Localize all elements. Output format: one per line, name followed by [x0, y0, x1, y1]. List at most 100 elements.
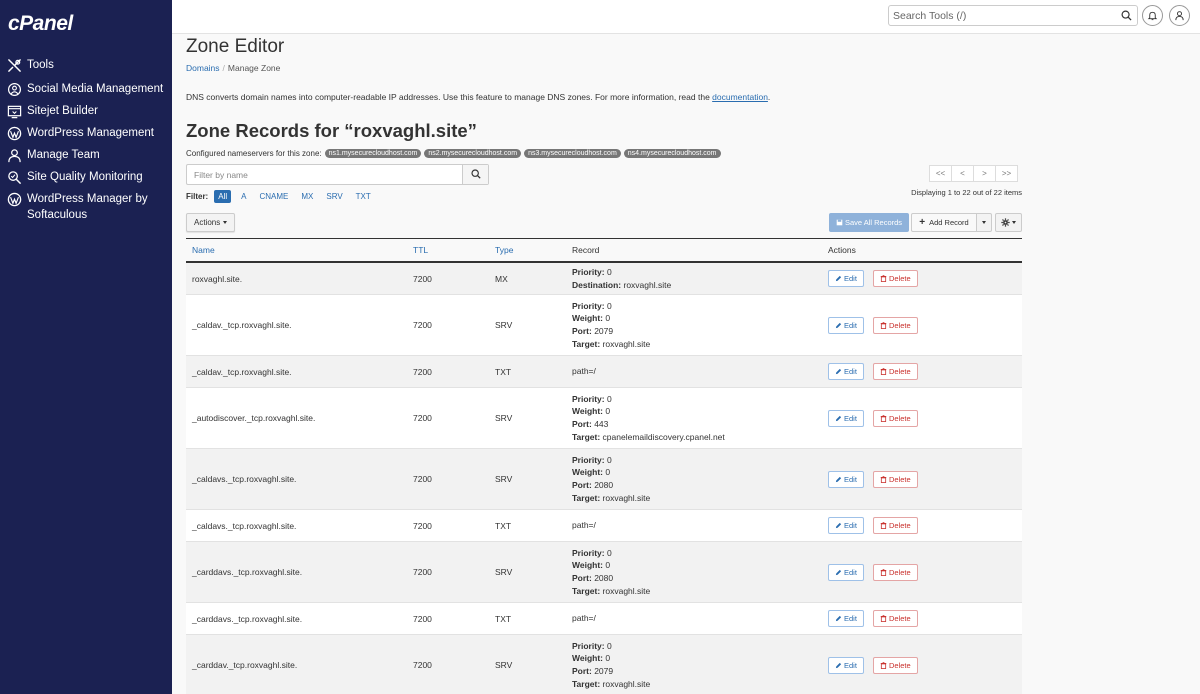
record-type: TXT — [495, 613, 512, 624]
intro-text: DNS converts domain names into computer-… — [186, 92, 770, 102]
settings-dropdown[interactable] — [995, 213, 1022, 232]
documentation-link[interactable]: documentation — [712, 92, 768, 102]
tools-icon — [7, 58, 22, 73]
filter-a[interactable]: A — [241, 192, 246, 201]
filter-all[interactable]: All — [214, 190, 232, 203]
record-type: TXT — [495, 366, 512, 377]
breadcrumb-domains-link[interactable]: Domains — [186, 63, 220, 73]
pencil-icon — [835, 322, 842, 328]
edit-button[interactable]: Edit — [828, 316, 864, 334]
sidebar-item-tools[interactable]: Tools — [0, 54, 172, 76]
record-key: Priority: — [572, 640, 605, 651]
column-ttl[interactable]: TTL — [407, 245, 489, 255]
record-line: Port: 443 — [572, 418, 822, 431]
record-line: Port: 2079 — [572, 665, 822, 678]
record-key: Priority: — [572, 454, 605, 465]
record-key: Target: — [572, 431, 601, 442]
column-name[interactable]: Name — [186, 245, 407, 255]
record-name: _caldav._tcp.roxvaghl.site. — [192, 366, 292, 377]
edit-button[interactable]: Edit — [828, 610, 864, 627]
edit-button[interactable]: Edit — [828, 656, 864, 674]
record-val: 0 — [604, 393, 612, 404]
social-media-icon — [7, 82, 22, 97]
next-page-button[interactable]: > — [973, 165, 996, 182]
edit-button[interactable]: Edit — [828, 363, 864, 380]
notifications-button[interactable] — [1142, 5, 1163, 26]
trash-icon — [880, 568, 887, 576]
record-ttl: 7200 — [413, 273, 432, 284]
add-record-button[interactable]: + Add Record — [911, 213, 977, 232]
record-type: SRV — [495, 320, 513, 330]
delete-button[interactable]: Delete — [872, 517, 918, 534]
record-line: Priority: 0 — [572, 454, 822, 467]
nameserver-badge: ns3.mysecurecloudhost.com — [524, 149, 621, 158]
column-type[interactable]: Type — [489, 245, 566, 255]
record-val: roxvaghl.site — [600, 585, 651, 596]
breadcrumb: Domains / Manage Zone — [186, 63, 280, 73]
delete-button[interactable]: Delete — [872, 409, 918, 427]
pencil-icon — [835, 615, 842, 622]
sidebar-item-site-quality[interactable]: Site Quality Monitoring — [0, 166, 172, 188]
record-line: Target: roxvaghl.site — [572, 492, 822, 505]
filter-srv[interactable]: SRV — [326, 192, 342, 201]
edit-label: Edit — [844, 521, 857, 530]
edit-button[interactable]: Edit — [828, 270, 864, 287]
record-line: Priority: 0 — [572, 547, 822, 560]
cpanel-logo[interactable]: cPanel — [8, 12, 73, 36]
record-type: MX — [495, 273, 508, 284]
record-val: 2079 — [591, 326, 614, 336]
prev-page-button[interactable]: < — [951, 165, 974, 182]
wordpress-icon — [7, 126, 22, 141]
delete-button[interactable]: Delete — [872, 270, 918, 287]
record-value: Priority: 0 Destination: roxvaghl.site — [566, 266, 822, 291]
record-line: Port: 2080 — [572, 572, 822, 585]
filter-mx[interactable]: MX — [301, 192, 313, 201]
edit-button[interactable]: Edit — [828, 470, 864, 488]
delete-button[interactable]: Delete — [872, 563, 918, 581]
record-key: Target: — [572, 492, 601, 503]
pagination: << < > >> — [929, 165, 1018, 182]
record-key: Port: — [572, 666, 592, 676]
delete-button[interactable]: Delete — [872, 656, 918, 674]
table-body: roxvaghl.site. 7200 MX Priority: 0 Destinati… — [186, 263, 1022, 694]
record-ttl: 7200 — [413, 613, 432, 624]
edit-button[interactable]: Edit — [828, 409, 864, 427]
table-row: roxvaghl.site. 7200 MX Priority: 0 Destinati… — [186, 263, 1022, 295]
sidebar-item-wordpress-management[interactable]: WordPress Management — [0, 122, 172, 144]
delete-button[interactable]: Delete — [872, 470, 918, 488]
sidebar-item-manage-team[interactable]: Manage Team — [0, 144, 172, 166]
sidebar-item-social-media[interactable]: Social Media Management — [0, 78, 172, 100]
search-icon[interactable] — [1121, 10, 1132, 21]
delete-button[interactable]: Delete — [872, 610, 918, 627]
record-type: SRV — [495, 567, 513, 577]
add-record-dropdown[interactable] — [976, 213, 992, 232]
sidebar-item-wordpress-softaculous[interactable]: WordPress Manager by Softaculous — [0, 188, 172, 226]
user-menu-button[interactable] — [1169, 5, 1190, 26]
record-ttl: 7200 — [413, 660, 432, 670]
record-key: Priority: — [572, 266, 605, 277]
first-page-button[interactable]: << — [929, 165, 952, 182]
table-row: _carddav._tcp.roxvaghl.site. 7200 SRV Prior… — [186, 635, 1022, 694]
edit-button[interactable]: Edit — [828, 563, 864, 581]
filter-cname[interactable]: CNAME — [259, 192, 288, 201]
filter-search-button[interactable] — [462, 165, 488, 184]
last-page-button[interactable]: >> — [995, 165, 1018, 182]
filter-input[interactable] — [187, 165, 463, 185]
intro-end: . — [767, 92, 771, 102]
trash-icon — [880, 475, 887, 483]
search-input[interactable] — [889, 6, 1109, 26]
record-val: 0 — [604, 640, 612, 651]
pencil-icon — [835, 662, 842, 668]
save-all-label: Save All Records — [844, 218, 903, 227]
sidebar-item-sitejet[interactable]: Sitejet Builder — [0, 100, 172, 122]
save-all-records-button[interactable]: Save All Records — [829, 213, 909, 232]
delete-button[interactable]: Delete — [872, 363, 918, 380]
pencil-icon — [835, 368, 842, 375]
record-value: Priority: 0 Weight: 0 Port: 2080 Target: ro… — [566, 547, 822, 597]
filter-txt[interactable]: TXT — [356, 192, 371, 201]
actions-dropdown[interactable]: Actions — [186, 213, 236, 232]
sidebar-item-label: Sitejet Builder — [27, 105, 98, 117]
delete-button[interactable]: Delete — [872, 316, 918, 334]
record-line: path=/ — [572, 365, 822, 378]
edit-button[interactable]: Edit — [828, 517, 864, 534]
